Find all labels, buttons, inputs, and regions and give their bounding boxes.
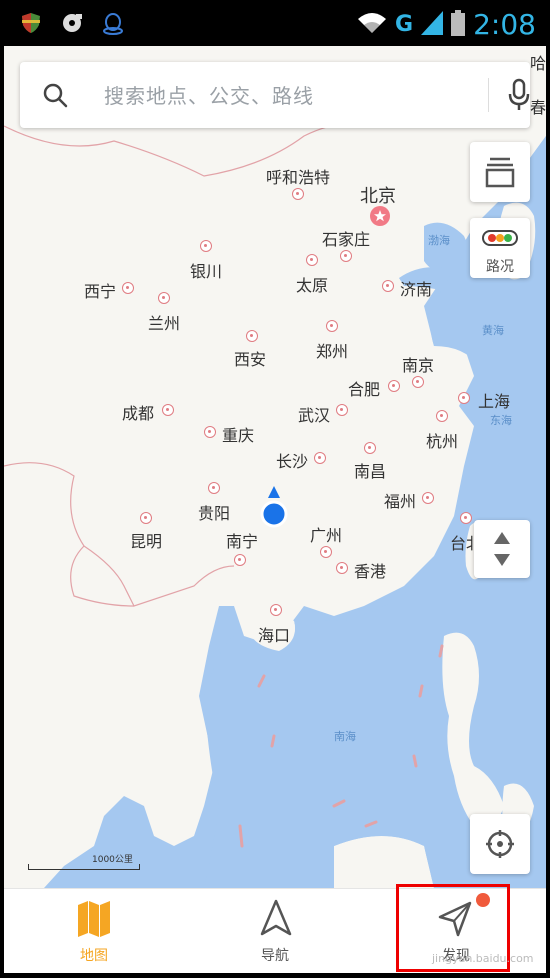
city-dot: [234, 554, 246, 566]
city-label[interactable]: 武汉: [298, 402, 330, 426]
signal-icon: [421, 10, 444, 39]
traffic-button[interactable]: 路况: [470, 218, 530, 278]
battery-icon: [451, 9, 466, 40]
edge-label-ha: 哈: [530, 54, 546, 73]
status-time: 2:08: [473, 8, 536, 41]
up-down-arrows-icon: [494, 532, 510, 570]
city-dot: [292, 188, 304, 200]
city-label[interactable]: 福州: [384, 488, 416, 512]
search-bar[interactable]: 搜索地点、公交、路线: [20, 62, 530, 128]
city-label[interactable]: 西宁: [84, 278, 116, 302]
city-label-beijing[interactable]: 北京: [360, 182, 396, 208]
network-type: G: [395, 12, 414, 37]
tab-navigation[interactable]: 导航: [185, 889, 365, 973]
navigation-arrow-icon: [259, 899, 293, 941]
sea-label-huanghai: 黄海: [482, 324, 504, 337]
city-label[interactable]: 重庆: [222, 422, 254, 446]
city-dot: [336, 562, 348, 574]
city-label[interactable]: 太原: [296, 272, 328, 296]
tab-navigation-label: 导航: [261, 948, 289, 964]
city-dot: [162, 404, 174, 416]
city-label[interactable]: 兰州: [148, 310, 180, 334]
city-label[interactable]: 银川: [190, 258, 222, 282]
city-label[interactable]: 成都: [122, 400, 154, 424]
city-dot: [314, 452, 326, 464]
zoom-tilt-button[interactable]: [474, 520, 530, 578]
city-dot: [270, 604, 282, 616]
shield-icon: [20, 12, 42, 40]
locate-button[interactable]: [470, 814, 530, 874]
layers-button[interactable]: [470, 142, 530, 202]
city-dot: [412, 376, 424, 388]
scale-label: 1000公里: [92, 855, 133, 865]
city-label[interactable]: 广州: [310, 522, 342, 546]
cd-icon: [60, 12, 84, 40]
city-label[interactable]: 贵阳: [198, 500, 230, 524]
city-label[interactable]: 南昌: [354, 458, 386, 482]
scale-bar: 1000公里: [28, 855, 140, 870]
city-label[interactable]: 杭州: [426, 428, 458, 452]
search-icon[interactable]: [42, 82, 68, 112]
status-bar: G 2:08: [0, 0, 550, 46]
city-label[interactable]: 南宁: [226, 528, 258, 552]
search-input[interactable]: 搜索地点、公交、路线: [104, 80, 314, 109]
locate-icon: [484, 828, 516, 864]
map-icon: [76, 901, 112, 941]
wifi-icon: [357, 11, 387, 39]
city-label[interactable]: 济南: [400, 276, 432, 300]
sea-label-nanhai: 南海: [334, 730, 356, 743]
city-label[interactable]: 海口: [258, 622, 290, 646]
city-dot: [306, 254, 318, 266]
city-dot: [320, 546, 332, 558]
city-label[interactable]: 西安: [234, 346, 266, 370]
city-dot: [340, 250, 352, 262]
tab-map-label: 地图: [80, 948, 108, 964]
city-dot: [388, 380, 400, 392]
city-label[interactable]: 郑州: [316, 338, 348, 362]
traffic-light-icon: [482, 230, 518, 250]
city-dot: [246, 330, 258, 342]
sea-label-bohai: 渤海: [428, 234, 450, 247]
layers-icon: [484, 156, 516, 192]
city-label[interactable]: 昆明: [130, 528, 162, 552]
city-dot: [208, 482, 220, 494]
divider: [488, 78, 489, 112]
city-dot: [382, 280, 394, 292]
city-dot: [200, 240, 212, 252]
city-label[interactable]: 石家庄: [322, 226, 370, 250]
city-dot: [204, 426, 216, 438]
city-dot: [336, 404, 348, 416]
city-dot: [140, 512, 152, 524]
city-label[interactable]: 长沙: [276, 448, 308, 472]
city-label[interactable]: 南京: [402, 352, 434, 376]
tab-map[interactable]: 地图: [4, 889, 184, 973]
city-dot: [326, 320, 338, 332]
city-label[interactable]: 合肥: [348, 376, 380, 400]
city-dot: [122, 282, 134, 294]
traffic-label: 路况: [486, 259, 514, 275]
qq-icon: [102, 12, 124, 40]
map-view[interactable]: 渤海 黄海 东海 南海 哈 春 北京 呼和浩特 石家庄 太原 济南 银川 西宁 …: [4, 46, 546, 888]
city-label[interactable]: 上海: [478, 388, 510, 412]
city-dot: [460, 512, 472, 524]
watermark: jingyan.baidu.com: [432, 952, 534, 965]
city-dot: [458, 392, 470, 404]
city-label[interactable]: 呼和浩特: [266, 164, 330, 188]
city-dot: [158, 292, 170, 304]
city-dot: [436, 410, 448, 422]
microphone-icon[interactable]: [506, 78, 532, 116]
edge-label-chun: 春: [530, 98, 546, 117]
city-dot: [364, 442, 376, 454]
city-label[interactable]: 香港: [354, 558, 386, 582]
city-dot: [422, 492, 434, 504]
sea-label-donghai: 东海: [490, 414, 512, 427]
